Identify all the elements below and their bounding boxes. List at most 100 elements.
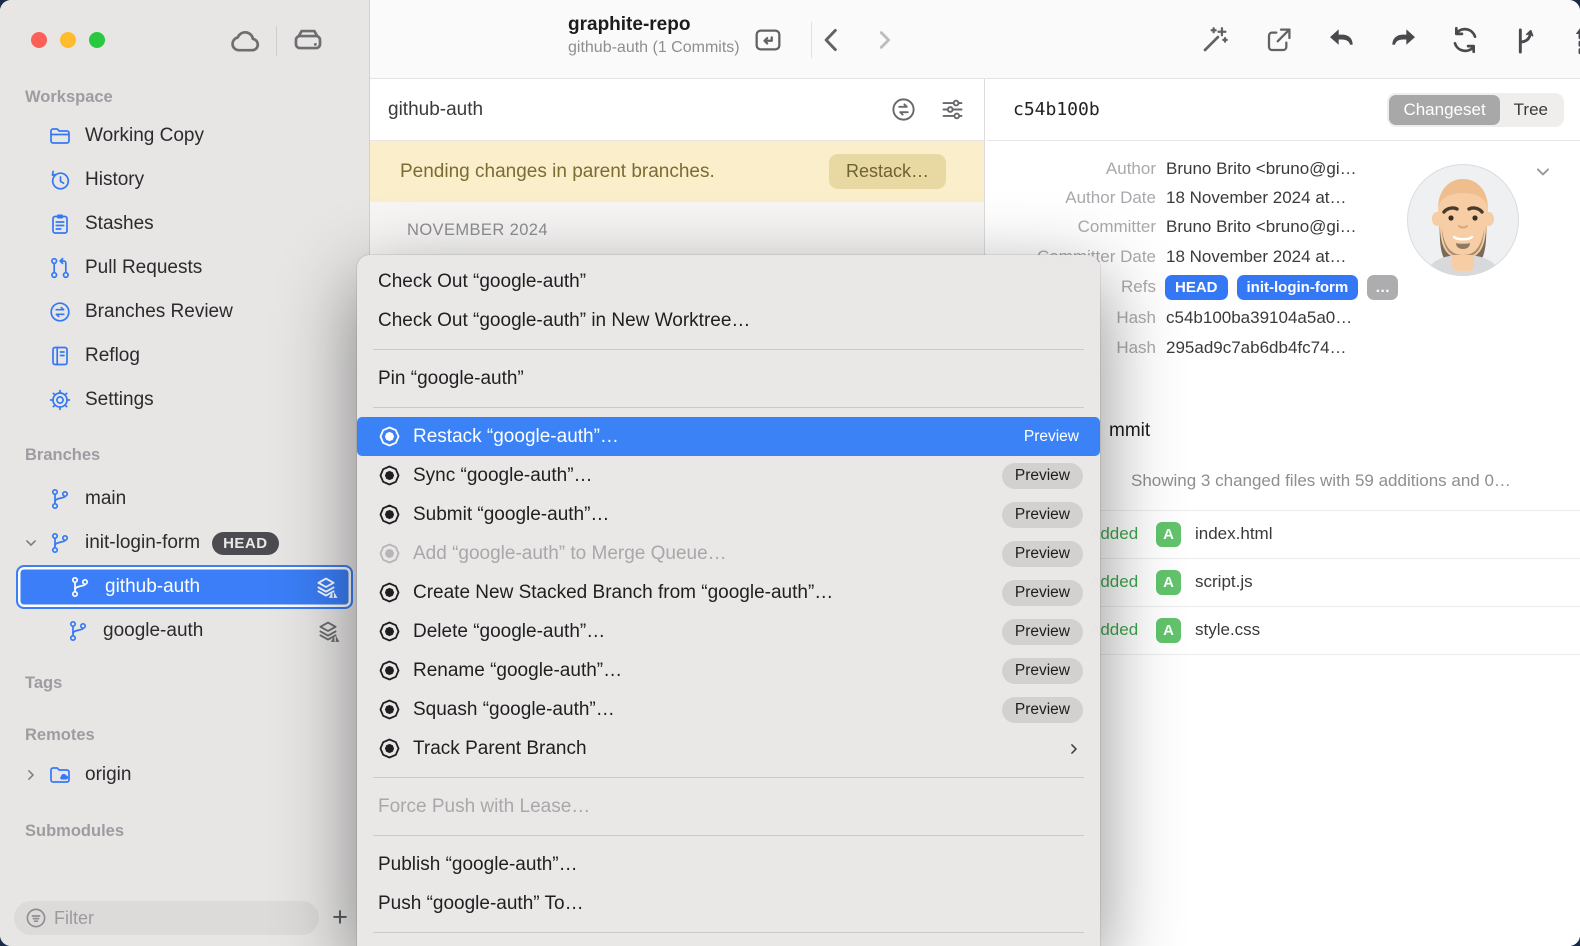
graphite-icon — [378, 542, 401, 565]
minimize-window-button[interactable] — [60, 32, 76, 48]
file-name: index.html — [1195, 524, 1272, 544]
filter-icon — [24, 906, 48, 930]
commit-subject: mmit — [1109, 420, 1150, 442]
view-toggle-tree[interactable]: Tree — [1500, 95, 1562, 125]
sidebar-item-settings[interactable]: Settings — [16, 378, 353, 422]
graphite-icon — [378, 581, 401, 604]
workspace-section-header: Workspace — [25, 88, 113, 107]
filter-input[interactable] — [14, 901, 319, 935]
sidebar-item-reflog[interactable]: Reflog — [16, 334, 353, 378]
arrow-push-icon[interactable] — [1387, 24, 1419, 56]
view-toggle-changeset[interactable]: Changeset — [1389, 95, 1499, 125]
ref-pill-init-login-form[interactable]: init-login-form — [1237, 275, 1359, 300]
sidebar-branch-init-login-form[interactable]: init-login-formHEAD — [16, 521, 353, 565]
chevron-down-icon[interactable] — [22, 534, 40, 552]
meta-label: Author Date — [986, 188, 1156, 208]
close-window-button[interactable] — [31, 32, 47, 48]
menu-item-check-out-google-auth-in-new-worktree[interactable]: Check Out “google-auth” in New Worktree… — [357, 301, 1100, 340]
menu-item-add-google-auth-to-merge-queue[interactable]: Add “google-auth” to Merge Queue… Preview — [357, 534, 1100, 573]
menu-item-label: Create New Stacked Branch from “google-a… — [413, 582, 833, 604]
share-out-icon[interactable] — [1263, 24, 1295, 56]
sidebar-item-stashes[interactable]: Stashes — [16, 202, 353, 246]
menu-item-submit-google-auth[interactable]: Submit “google-auth”…Preview — [357, 495, 1100, 534]
sync-icon[interactable] — [1449, 24, 1481, 56]
traffic-lights — [31, 32, 105, 48]
preview-badge: Preview — [1002, 697, 1083, 723]
stash-icon — [48, 212, 72, 236]
sidebar-item-branches-review[interactable]: Branches Review — [16, 290, 353, 334]
sidebar-remote-origin[interactable]: origin — [16, 753, 353, 797]
add-repo-button[interactable]: + — [325, 903, 355, 933]
restack-button[interactable]: Restack… — [829, 154, 946, 189]
reflog-icon — [48, 344, 72, 368]
menu-separator — [373, 349, 1084, 350]
app-window: Workspace Working Copy History StashesPull… — [0, 0, 1580, 946]
menu-item-force-push-with-lease[interactable]: Force Push with Lease… — [357, 787, 1100, 826]
pull-request-icon — [48, 256, 72, 280]
banner-message: Pending changes in parent branches. — [400, 161, 715, 183]
graphite-icon — [378, 425, 401, 448]
compare-branch-icon[interactable] — [890, 96, 917, 123]
submodules-section-header: Submodules — [25, 822, 124, 841]
meta-label: Committer — [986, 217, 1156, 237]
menu-item-label: Delete “google-auth”… — [413, 621, 605, 643]
sidebar-item-label: History — [85, 169, 144, 191]
filter-options-icon[interactable] — [939, 96, 966, 123]
menu-item-restack-google-auth[interactable]: Restack “google-auth”…Preview — [357, 417, 1100, 456]
cloud-icon[interactable] — [228, 24, 262, 58]
arrow-pull-icon[interactable] — [1326, 24, 1358, 56]
menu-item-delete-google-auth[interactable]: Delete “google-auth”…Preview — [357, 612, 1100, 651]
repo-box-icon[interactable] — [752, 24, 784, 56]
chevron-right-icon[interactable] — [22, 766, 40, 784]
graphite-icon — [378, 737, 401, 760]
file-name: script.js — [1195, 572, 1253, 592]
branch-pane-title: github-auth — [388, 99, 483, 121]
stack-warning-icon — [315, 618, 341, 644]
titlebar-divider — [276, 26, 277, 56]
sidebar-branch-main[interactable]: main — [16, 477, 353, 521]
sidebar-item-working-copy[interactable]: Working Copy — [16, 114, 353, 158]
meta-value: 295ad9c7ab6db4fc74… — [1166, 338, 1347, 358]
menu-separator — [373, 407, 1084, 408]
sidebar-item-pull-requests[interactable]: Pull Requests — [16, 246, 353, 290]
menu-item-label: Track Parent Branch — [413, 738, 587, 760]
chevron-left-icon[interactable] — [816, 24, 848, 56]
zoom-window-button[interactable] — [89, 32, 105, 48]
menu-item-label: Force Push with Lease… — [378, 796, 590, 818]
file-name: style.css — [1195, 620, 1260, 640]
wand-icon[interactable] — [1199, 24, 1231, 56]
chevron-right-icon[interactable] — [869, 24, 901, 56]
sidebar-item-label: Working Copy — [85, 125, 204, 147]
file-status-badge: A — [1156, 570, 1181, 595]
branch-icon — [48, 487, 72, 511]
refs-overflow-pill[interactable]: … — [1367, 275, 1398, 300]
menu-item-create-new-stacked-branch-from-google-auth[interactable]: Create New Stacked Branch from “google-a… — [357, 573, 1100, 612]
menu-item-track-parent-branch[interactable]: Track Parent Branch — [357, 729, 1100, 768]
preview-badge: Preview — [1002, 541, 1083, 567]
collapse-details-chevron-icon[interactable] — [1532, 161, 1554, 183]
sidebar-item-history[interactable]: History — [16, 158, 353, 202]
ref-pill-HEAD[interactable]: HEAD — [1165, 275, 1228, 300]
drive-icon[interactable] — [291, 24, 325, 58]
commit-hash-short: c54b100b — [1013, 99, 1100, 120]
rebase-icon[interactable] — [1564, 24, 1580, 56]
menu-item-publish-google-auth[interactable]: Publish “google-auth”… — [357, 845, 1100, 884]
menu-item-push-google-auth-to[interactable]: Push “google-auth” To… — [357, 884, 1100, 923]
preview-badge: Preview — [1011, 424, 1083, 450]
repo-subtitle: github-auth (1 Commits) — [568, 39, 828, 57]
menu-item-sync-google-auth[interactable]: Sync “google-auth”…Preview — [357, 456, 1100, 495]
menu-item-pin-google-auth[interactable]: Pin “google-auth” — [357, 359, 1100, 398]
menu-item-label: Add “google-auth” to Merge Queue… — [413, 543, 727, 565]
folder-cloud-icon — [48, 763, 72, 787]
sidebar-branch-google-auth[interactable]: google-auth — [16, 609, 353, 653]
window-title-block: graphite-repo github-auth (1 Commits) — [568, 14, 828, 57]
clock-icon — [48, 168, 72, 192]
menu-item-label: Pin “google-auth” — [378, 368, 524, 390]
menu-item-check-out-google-auth[interactable]: Check Out “google-auth” — [357, 262, 1100, 301]
merge-icon[interactable] — [1511, 24, 1543, 56]
menu-item-squash-google-auth[interactable]: Squash “google-auth”… Preview — [357, 690, 1100, 729]
sidebar-branch-github-auth[interactable]: github-auth — [16, 565, 353, 609]
meta-value: 18 November 2024 at… — [1166, 247, 1347, 267]
menu-item-rename-google-auth[interactable]: Rename “google-auth”…Preview — [357, 651, 1100, 690]
menu-item-label: Squash “google-auth”… — [413, 699, 615, 721]
